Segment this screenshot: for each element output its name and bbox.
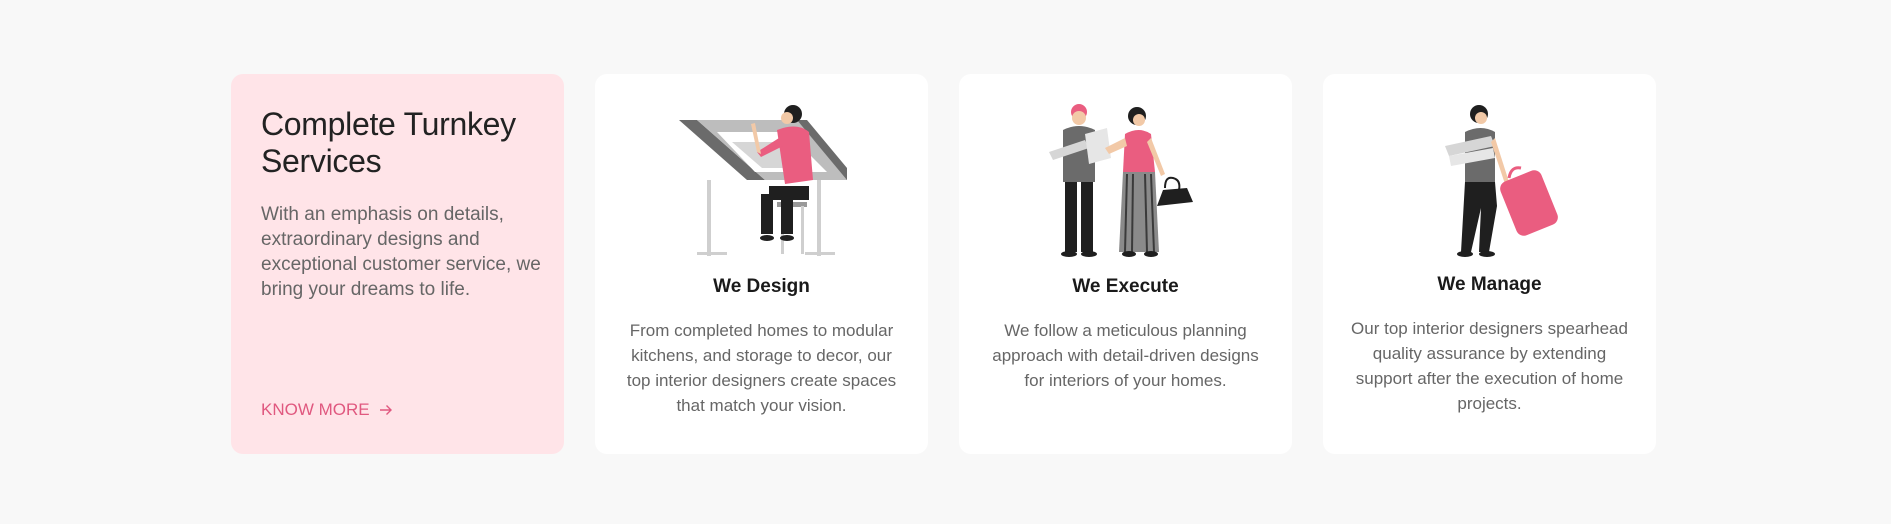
service-description: From completed homes to modular kitchens… [626,321,897,415]
know-more-label: KNOW MORE [261,400,370,419]
service-card-design: We Design From completed homes to modula… [595,74,928,454]
arrow-right-icon [379,403,393,417]
intro-description: With an emphasis on details, extraordina… [261,204,541,300]
service-card-execute: We Execute We follow a meticulous planni… [959,74,1292,454]
service-description: Our top interior designers spearhead qua… [1351,319,1628,413]
service-card-manage: We Manage Our top interior designers spe… [1323,74,1656,454]
service-title: We Execute [1072,276,1179,297]
service-description: We follow a meticulous planning approach… [992,321,1259,390]
woman-with-suitcase-illustration [1444,105,1558,257]
team-planning-illustration [1048,104,1193,257]
know-more-link[interactable]: KNOW MORE [261,400,393,420]
designer-at-drafting-table-illustration [678,105,847,256]
service-title: We Design [713,276,810,297]
intro-card: Complete Turnkey Services With an emphas… [231,74,564,454]
services-row: Complete Turnkey Services With an emphas… [231,74,1656,454]
intro-title: Complete Turnkey Services [261,106,516,179]
service-title: We Manage [1437,274,1542,295]
